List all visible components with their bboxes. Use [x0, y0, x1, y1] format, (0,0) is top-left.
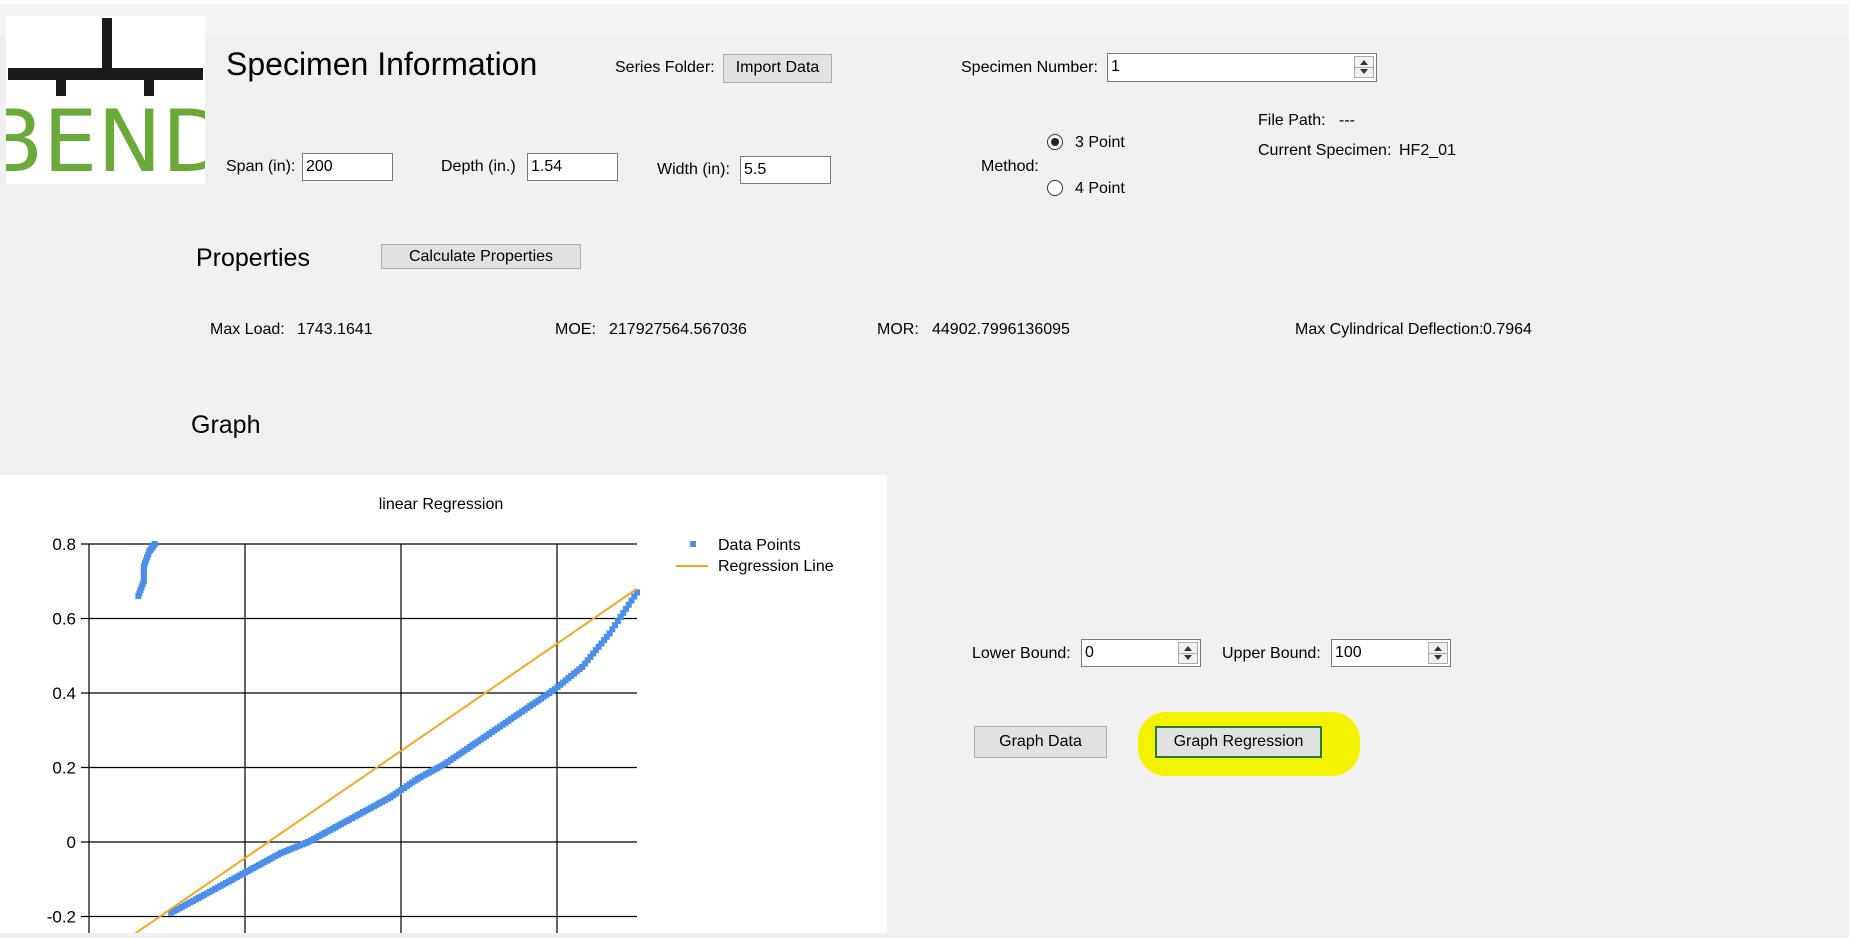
regression-chart: linear Regression 0.8 0.6 0.4 0.2 0 -0.2 Data… — [47, 496, 834, 936]
chart-panel: linear Regression 0.8 0.6 0.4 0.2 0 -0.2 Data… — [0, 475, 887, 936]
lower-bound-label: Lower Bound: — [972, 645, 1071, 662]
moe-label: MOE: — [555, 321, 596, 338]
y-tick-label: -0.2 — [47, 908, 76, 927]
y-tick-label: 0.8 — [52, 535, 76, 554]
depth-input[interactable]: 1.54 — [527, 153, 618, 181]
file-path-value: --- — [1339, 112, 1355, 129]
max-deflection-label: Max Cylindrical Deflection: — [1295, 321, 1484, 338]
data-point — [140, 566, 147, 573]
logo-text: BEND — [6, 92, 205, 184]
specimen-number-stepper[interactable]: 1 — [1107, 53, 1377, 82]
data-point — [150, 542, 157, 549]
current-specimen-value: HF2_01 — [1399, 142, 1456, 159]
graph-regression-button[interactable]: Graph Regression — [1155, 726, 1322, 758]
chart-title: linear Regression — [379, 496, 504, 513]
depth-label: Depth (in.) — [441, 158, 516, 175]
logo-graphic: BEND — [0, 18, 228, 192]
upper-bound-spin-buttons[interactable] — [1428, 642, 1448, 664]
method-label: Method: — [981, 158, 1039, 175]
file-path-label: File Path: — [1258, 112, 1326, 129]
graph-data-button[interactable]: Graph Data — [974, 726, 1107, 758]
properties-heading: Properties — [196, 244, 310, 272]
regression-line — [132, 587, 638, 936]
calculate-properties-button[interactable]: Calculate Properties — [381, 244, 581, 269]
legend-label-points: Data Points — [718, 537, 801, 554]
width-label: Width (in): — [657, 161, 730, 178]
upper-bound-label: Upper Bound: — [1222, 645, 1321, 662]
y-tick-label: 0.4 — [52, 684, 76, 703]
data-point — [139, 581, 146, 588]
mor-value: 44902.7996136095 — [932, 321, 1070, 338]
lower-bound-value: 0 — [1085, 644, 1094, 661]
specimen-number-value: 1 — [1111, 58, 1120, 75]
method-4point-label[interactable]: 4 Point — [1075, 180, 1125, 198]
upper-bound-value: 100 — [1335, 644, 1362, 661]
specimen-number-spin-buttons[interactable] — [1354, 56, 1374, 78]
span-label: Span (in): — [226, 158, 296, 175]
bend-logo: BEND — [0, 16, 228, 192]
y-tick-label: 0.6 — [52, 610, 76, 629]
series-folder-label: Series Folder: — [615, 59, 715, 76]
current-specimen-label: Current Specimen: — [1258, 142, 1392, 159]
import-data-button[interactable]: Import Data — [723, 54, 832, 83]
max-load-label: Max Load: — [210, 321, 285, 338]
span-input[interactable]: 200 — [302, 153, 393, 181]
legend-swatch-points — [690, 541, 696, 547]
max-load-value: 1743.1641 — [297, 321, 373, 338]
legend-label-regression: Regression Line — [718, 558, 834, 575]
upper-bound-stepper[interactable]: 100 — [1331, 639, 1451, 667]
y-tick-label: 0.2 — [52, 759, 76, 778]
lower-bound-stepper[interactable]: 0 — [1081, 639, 1201, 667]
method-3point-radio[interactable] — [1047, 134, 1063, 150]
lower-bound-spin-buttons[interactable] — [1178, 642, 1198, 664]
mor-label: MOR: — [877, 321, 919, 338]
method-4point-radio[interactable] — [1047, 180, 1063, 196]
max-deflection-value: 0.7964 — [1483, 321, 1532, 338]
method-3point-label[interactable]: 3 Point — [1075, 134, 1125, 152]
graph-heading: Graph — [191, 411, 261, 439]
specimen-number-label: Specimen Number: — [961, 59, 1098, 76]
width-input[interactable]: 5.5 — [740, 156, 831, 184]
y-tick-label: 0 — [67, 833, 76, 852]
top-toolbar-area — [0, 4, 1849, 36]
moe-value: 217927564.567036 — [609, 321, 747, 338]
page-title: Specimen Information — [226, 46, 538, 82]
